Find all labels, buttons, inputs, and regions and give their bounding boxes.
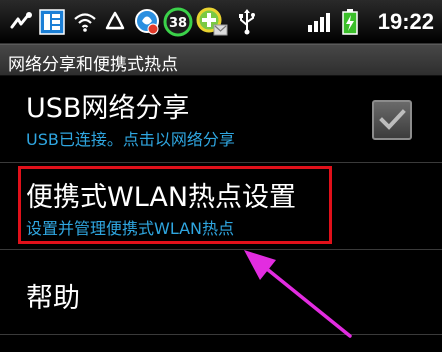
pointer-arrow-icon	[244, 250, 352, 338]
